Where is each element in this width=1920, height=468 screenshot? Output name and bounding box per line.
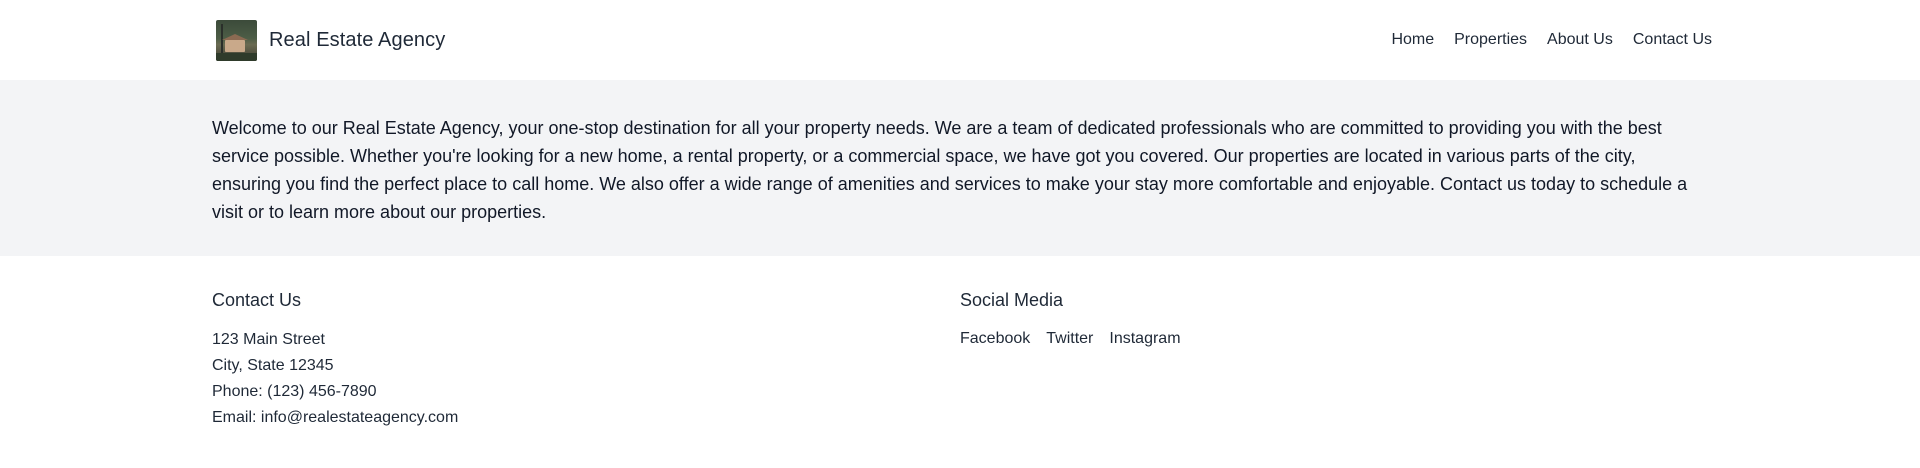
facebook-link[interactable]: Facebook [960,327,1030,351]
contact-heading: Contact Us [212,290,302,310]
header-container: Real Estate Agency Home Properties About… [212,0,1712,80]
main-nav: Home Properties About Us Contact Us [1391,31,1712,49]
contact-street: 123 Main Street [212,331,325,348]
contact-column: Contact Us 123 Main Street City, State 1… [212,290,960,431]
site-header: Real Estate Agency Home Properties About… [0,0,1920,80]
brand-name: Real Estate Agency [269,28,446,51]
brand-link[interactable]: Real Estate Agency [216,19,446,61]
instagram-link[interactable]: Instagram [1109,327,1180,351]
intro-container: Welcome to our Real Estate Agency, your … [212,80,1708,226]
contact-phone: Phone: (123) 456-7890 [212,383,377,400]
intro-text: Welcome to our Real Estate Agency, your … [212,118,1688,222]
house-photo-icon [216,19,257,61]
contact-city: City, State 12345 [212,357,334,374]
intro-section: Welcome to our Real Estate Agency, your … [0,80,1920,256]
nav-properties[interactable]: Properties [1454,31,1527,49]
nav-contact-us[interactable]: Contact Us [1633,31,1712,49]
site-footer: Contact Us 123 Main Street City, State 1… [0,256,1920,431]
nav-about-us[interactable]: About Us [1547,31,1613,49]
footer-container: Contact Us 123 Main Street City, State 1… [212,256,1708,431]
social-column: Social Media Facebook Twitter Instagram [960,290,1708,431]
twitter-link[interactable]: Twitter [1046,327,1093,351]
social-links: Facebook Twitter Instagram [960,327,1708,351]
social-heading: Social Media [960,290,1064,310]
nav-home[interactable]: Home [1391,31,1434,49]
contact-email: Email: info@realestateagency.com [212,409,459,426]
